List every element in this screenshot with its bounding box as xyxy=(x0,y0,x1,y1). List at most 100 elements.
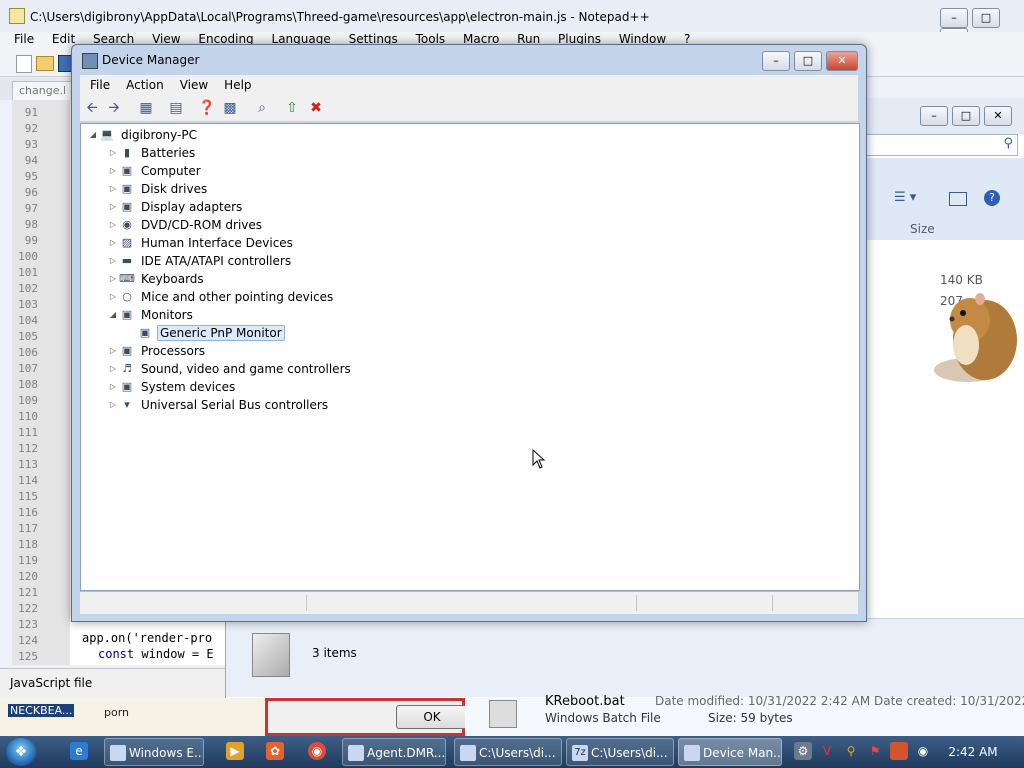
tree-item-batteries[interactable]: ▷ ▮ Batteries xyxy=(107,144,197,162)
expand-arrow-icon[interactable]: ▷ xyxy=(107,216,119,234)
tray-app-icon[interactable]: ⚙ xyxy=(794,742,812,760)
chrome-icon[interactable]: ◉ xyxy=(308,742,326,760)
folder-icon xyxy=(110,745,126,761)
expand-arrow-icon[interactable]: ▷ xyxy=(107,270,119,288)
open-folder-icon[interactable] xyxy=(36,56,54,71)
line-number: 116 xyxy=(18,506,38,519)
uninstall-device-icon[interactable]: ✖ xyxy=(308,100,324,116)
tree-item-keyboards[interactable]: ▷ ⌨ Keyboards xyxy=(107,270,206,288)
internet-explorer-icon[interactable]: e xyxy=(70,742,88,760)
properties-icon[interactable]: ▤ xyxy=(168,100,184,116)
taskbar-device-manager[interactable]: Device Man... xyxy=(678,738,782,766)
expand-arrow-icon[interactable]: ▷ xyxy=(107,252,119,270)
ok-button[interactable]: OK xyxy=(396,705,468,729)
tree-item-sound-controllers[interactable]: ▷ ♬ Sound, video and game controllers xyxy=(107,360,353,378)
taskbar-windows-explorer[interactable]: Windows E... xyxy=(104,738,204,766)
tray-antivirus-icon[interactable]: V xyxy=(818,742,836,760)
media-player-icon[interactable]: ▶ xyxy=(226,742,244,760)
tab-change[interactable]: change.l xyxy=(12,81,74,101)
line-number: 115 xyxy=(18,490,38,503)
maximize-icon[interactable]: □ xyxy=(972,8,1000,28)
forward-arrow-icon[interactable]: 🡪 xyxy=(106,100,122,116)
view-options-icon[interactable]: ☰ ▾ xyxy=(894,190,916,205)
tree-item-display-adapters[interactable]: ▷ ▣ Display adapters xyxy=(107,198,244,216)
maximize-icon[interactable]: □ xyxy=(952,106,980,126)
tree-item-computer[interactable]: ▷ ▣ Computer xyxy=(107,162,203,180)
tree-item-hid[interactable]: ▷ ▨ Human Interface Devices xyxy=(107,234,295,252)
taskbar-notepadpp[interactable]: C:\Users\di... xyxy=(454,738,562,766)
back-arrow-icon[interactable]: 🡨 xyxy=(84,100,100,116)
expand-arrow-icon[interactable]: ▷ xyxy=(107,234,119,252)
action-pane-icon[interactable]: ▩ xyxy=(222,100,238,116)
line-number: 111 xyxy=(18,426,38,439)
scan-hardware-icon[interactable]: ⌕ xyxy=(254,100,270,116)
search-input[interactable]: ⚲ xyxy=(866,134,1018,156)
help-icon[interactable]: ? xyxy=(984,190,1000,206)
show-hide-console-tree-icon[interactable]: ▦ xyxy=(138,100,154,116)
expand-arrow-icon[interactable]: ▷ xyxy=(107,360,119,378)
date-created: Date created: 10/31/2022 2: xyxy=(874,694,1024,708)
tree-item-generic-pnp-monitor[interactable]: ▣ Generic PnP Monitor xyxy=(137,324,285,342)
close-icon[interactable]: ✕ xyxy=(984,106,1012,126)
expand-arrow-icon[interactable]: ▷ xyxy=(107,342,119,360)
line-number: 94 xyxy=(24,154,38,167)
expand-arrow-icon[interactable]: ▷ xyxy=(107,378,119,396)
collapse-arrow-icon[interactable]: ◢ xyxy=(87,126,99,144)
taskbar-clock[interactable]: 2:42 AM xyxy=(938,736,1008,768)
expand-arrow-icon[interactable]: ▷ xyxy=(107,288,119,306)
dm-menu-view[interactable]: View xyxy=(180,75,208,95)
update-driver-icon[interactable]: ⇧ xyxy=(284,100,300,116)
minimize-icon[interactable]: – xyxy=(920,106,948,126)
tray-app-icon[interactable] xyxy=(890,742,908,760)
line-number: 93 xyxy=(24,138,38,151)
line-number: 113 xyxy=(18,458,38,471)
expand-arrow-icon[interactable]: ▷ xyxy=(107,162,119,180)
taskbar-7zip[interactable]: 7z C:\Users\di... xyxy=(566,738,674,766)
expand-arrow-icon[interactable]: ▷ xyxy=(107,180,119,198)
column-header-size[interactable]: Size xyxy=(910,222,935,236)
taskbar-agent-dmr[interactable]: Agent.DMR... xyxy=(342,738,446,766)
tree-item-processors[interactable]: ▷ ▣ Processors xyxy=(107,342,207,360)
close-icon[interactable]: ✕ xyxy=(826,51,858,71)
collapse-arrow-icon[interactable]: ◢ xyxy=(107,306,119,324)
device-tree[interactable]: ◢ 💻 digibrony-PC ▷ ▮ Batteries ▷ ▣ Computer ▷ ▣… xyxy=(80,123,860,591)
preview-pane-icon[interactable] xyxy=(949,192,967,206)
tray-flag-icon[interactable]: ⚑ xyxy=(866,742,884,760)
system-device-icon: ▣ xyxy=(121,380,133,393)
tree-item-disk-drives[interactable]: ▷ ▣ Disk drives xyxy=(107,180,209,198)
tree-item-monitors[interactable]: ◢ ▣ Monitors xyxy=(107,306,195,324)
tree-item-dvd-drives[interactable]: ▷ ◉ DVD/CD-ROM drives xyxy=(107,216,264,234)
start-button[interactable]: ❖ xyxy=(6,738,36,766)
npp-menu-file[interactable]: File xyxy=(14,32,34,46)
new-file-icon[interactable] xyxy=(16,55,32,73)
tray-search-icon[interactable]: ⚲ xyxy=(842,742,860,760)
display-adapter-icon: ▣ xyxy=(121,200,133,213)
expand-arrow-icon[interactable]: ▷ xyxy=(107,198,119,216)
device-manager-statusbar xyxy=(80,591,858,614)
device-manager-caption-buttons: – □ ✕ xyxy=(758,51,858,71)
tree-item-usb-controllers[interactable]: ▷ ▾ Universal Serial Bus controllers xyxy=(107,396,330,414)
line-numbers: 91 92 93 94 95 96 97 98 99 100 101 102 103 104 105 106 1… xyxy=(12,105,70,663)
dm-menu-action[interactable]: Action xyxy=(126,75,164,95)
tree-item-system-devices[interactable]: ▷ ▣ System devices xyxy=(107,378,237,396)
maximize-icon[interactable]: □ xyxy=(794,51,822,71)
search-icon[interactable]: ⚲ xyxy=(1003,136,1013,151)
help-icon[interactable]: ❓ xyxy=(198,100,215,116)
keyword-const: const xyxy=(98,647,135,661)
tree-root[interactable]: ◢ 💻 digibrony-PC xyxy=(87,126,199,144)
minimize-icon[interactable]: – xyxy=(940,8,968,28)
app-icon[interactable]: ✿ xyxy=(266,742,284,760)
porn-label: porn xyxy=(104,706,130,719)
expand-arrow-icon[interactable]: ▷ xyxy=(107,396,119,414)
npp-menu-edit[interactable]: Edit xyxy=(52,32,75,46)
tree-item-ide-controllers[interactable]: ▷ ▬ IDE ATA/ATAPI controllers xyxy=(107,252,293,270)
tree-item-mice[interactable]: ▷ ○ Mice and other pointing devices xyxy=(107,288,335,306)
dm-menu-help[interactable]: Help xyxy=(224,75,251,95)
speaker-icon[interactable]: ◉ xyxy=(914,742,932,760)
minimize-icon[interactable]: – xyxy=(762,51,790,71)
speaker-icon: ♬ xyxy=(122,362,132,375)
expand-arrow-icon[interactable]: ▷ xyxy=(107,144,119,162)
dm-menu-file[interactable]: File xyxy=(90,75,110,95)
notepadpp-titlebar[interactable]: C:\Users\digibrony\AppData\Local\Program… xyxy=(0,0,1024,48)
hamster-pet-image[interactable] xyxy=(930,285,1020,390)
